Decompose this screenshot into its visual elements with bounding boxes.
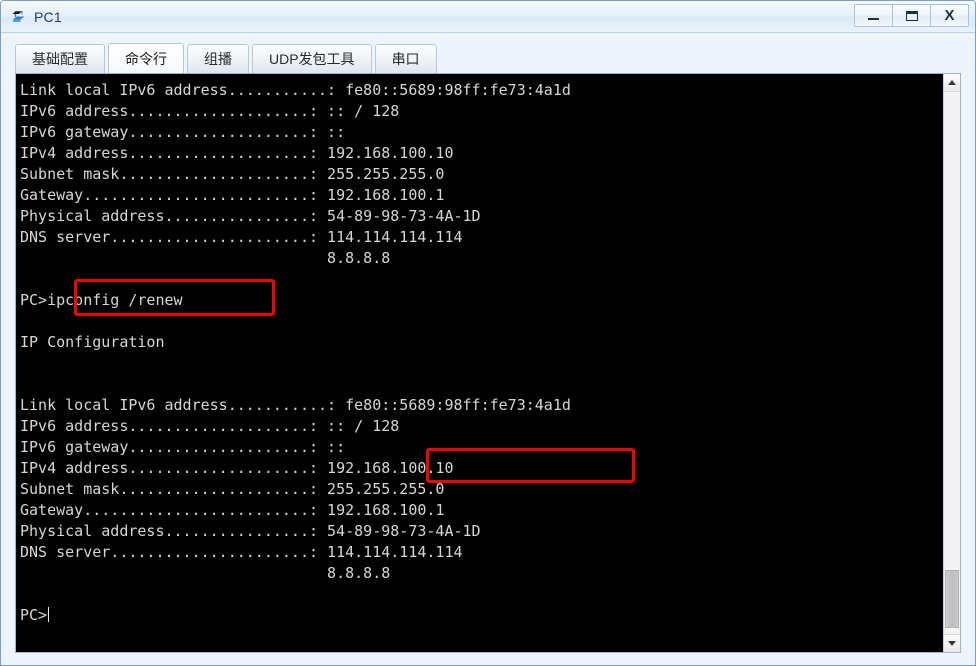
tab-serial-port[interactable]: 串口 [374,44,437,73]
terminal-text: Link local IPv6 address...........: fe80… [20,81,571,624]
tab-serial-port-label: 串口 [391,51,420,67]
tab-udp-tool-label: UDP发包工具 [269,51,355,67]
window-title: PC1 [34,8,62,25]
tab-udp-tool[interactable]: UDP发包工具 [252,44,372,73]
pc1-window: PC1 X 基础配置 命令行 组播 UDP发包工具 串口 Link local … [0,0,976,666]
scroll-down-button[interactable] [944,634,960,652]
terminal-cursor [48,607,50,622]
terminal-panel: Link local IPv6 address...........: fe80… [15,73,961,653]
window-controls: X [854,4,969,27]
minimize-button[interactable] [854,4,893,27]
tab-command-line-label: 命令行 [125,50,167,67]
tab-basic-config[interactable]: 基础配置 [15,44,105,73]
minimize-icon [868,18,879,20]
maximize-button[interactable] [892,4,931,27]
close-button[interactable]: X [930,4,969,27]
tab-command-line[interactable]: 命令行 [108,43,184,73]
client-area: 基础配置 命令行 组播 UDP发包工具 串口 Link local IPv6 a… [1,33,975,665]
tab-multicast-label: 组播 [204,51,232,67]
terminal-scrollbar[interactable] [943,74,960,652]
scroll-up-button[interactable] [944,74,960,92]
terminal-output[interactable]: Link local IPv6 address...........: fe80… [16,74,943,652]
scroll-up-icon [948,80,956,85]
scroll-down-icon [948,641,956,646]
tab-basic-config-label: 基础配置 [32,51,88,67]
tab-strip: 基础配置 命令行 组播 UDP发包工具 串口 [15,43,961,73]
close-icon: X [944,7,955,24]
tab-multicast[interactable]: 组播 [187,44,249,73]
pc-device-icon [10,8,28,26]
title-bar[interactable]: PC1 X [1,1,975,33]
maximize-icon [905,10,918,21]
scrollbar-thumb[interactable] [945,570,959,628]
scrollbar-track[interactable] [944,92,960,634]
